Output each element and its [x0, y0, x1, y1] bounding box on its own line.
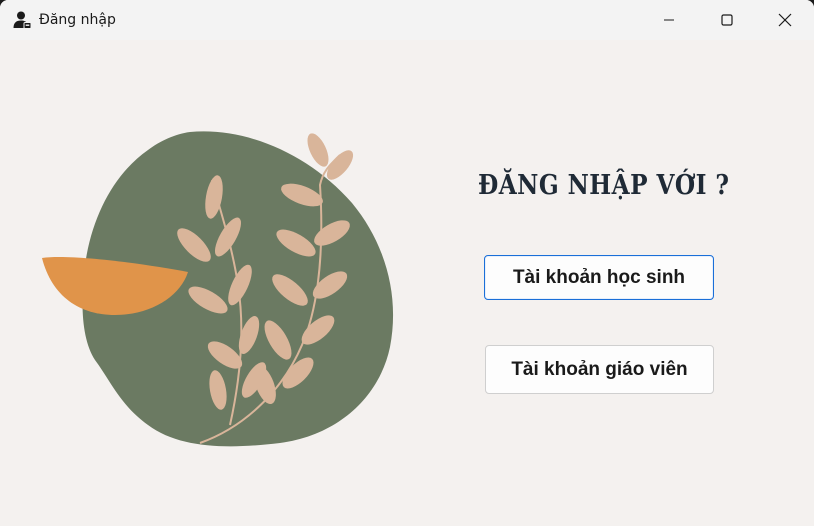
student-account-button[interactable]: Tài khoản học sinh [484, 255, 714, 300]
maximize-button[interactable] [698, 0, 756, 40]
window-title: Đăng nhập [39, 12, 116, 28]
close-icon [778, 13, 792, 27]
teacher-account-button[interactable]: Tài khoản giáo viên [485, 345, 714, 394]
title-bar[interactable]: Đăng nhập [0, 0, 814, 40]
botanical-illustration [40, 125, 400, 460]
minimize-icon [663, 14, 675, 26]
user-login-icon [12, 10, 32, 30]
login-window: Đăng nhập ĐĂNG NHẬP VỚI ? Tài khoản học … [0, 0, 814, 526]
close-button[interactable] [756, 0, 814, 40]
page-heading: ĐĂNG NHẬP VỚI ? [478, 170, 730, 201]
maximize-icon [721, 14, 733, 26]
minimize-button[interactable] [640, 0, 698, 40]
